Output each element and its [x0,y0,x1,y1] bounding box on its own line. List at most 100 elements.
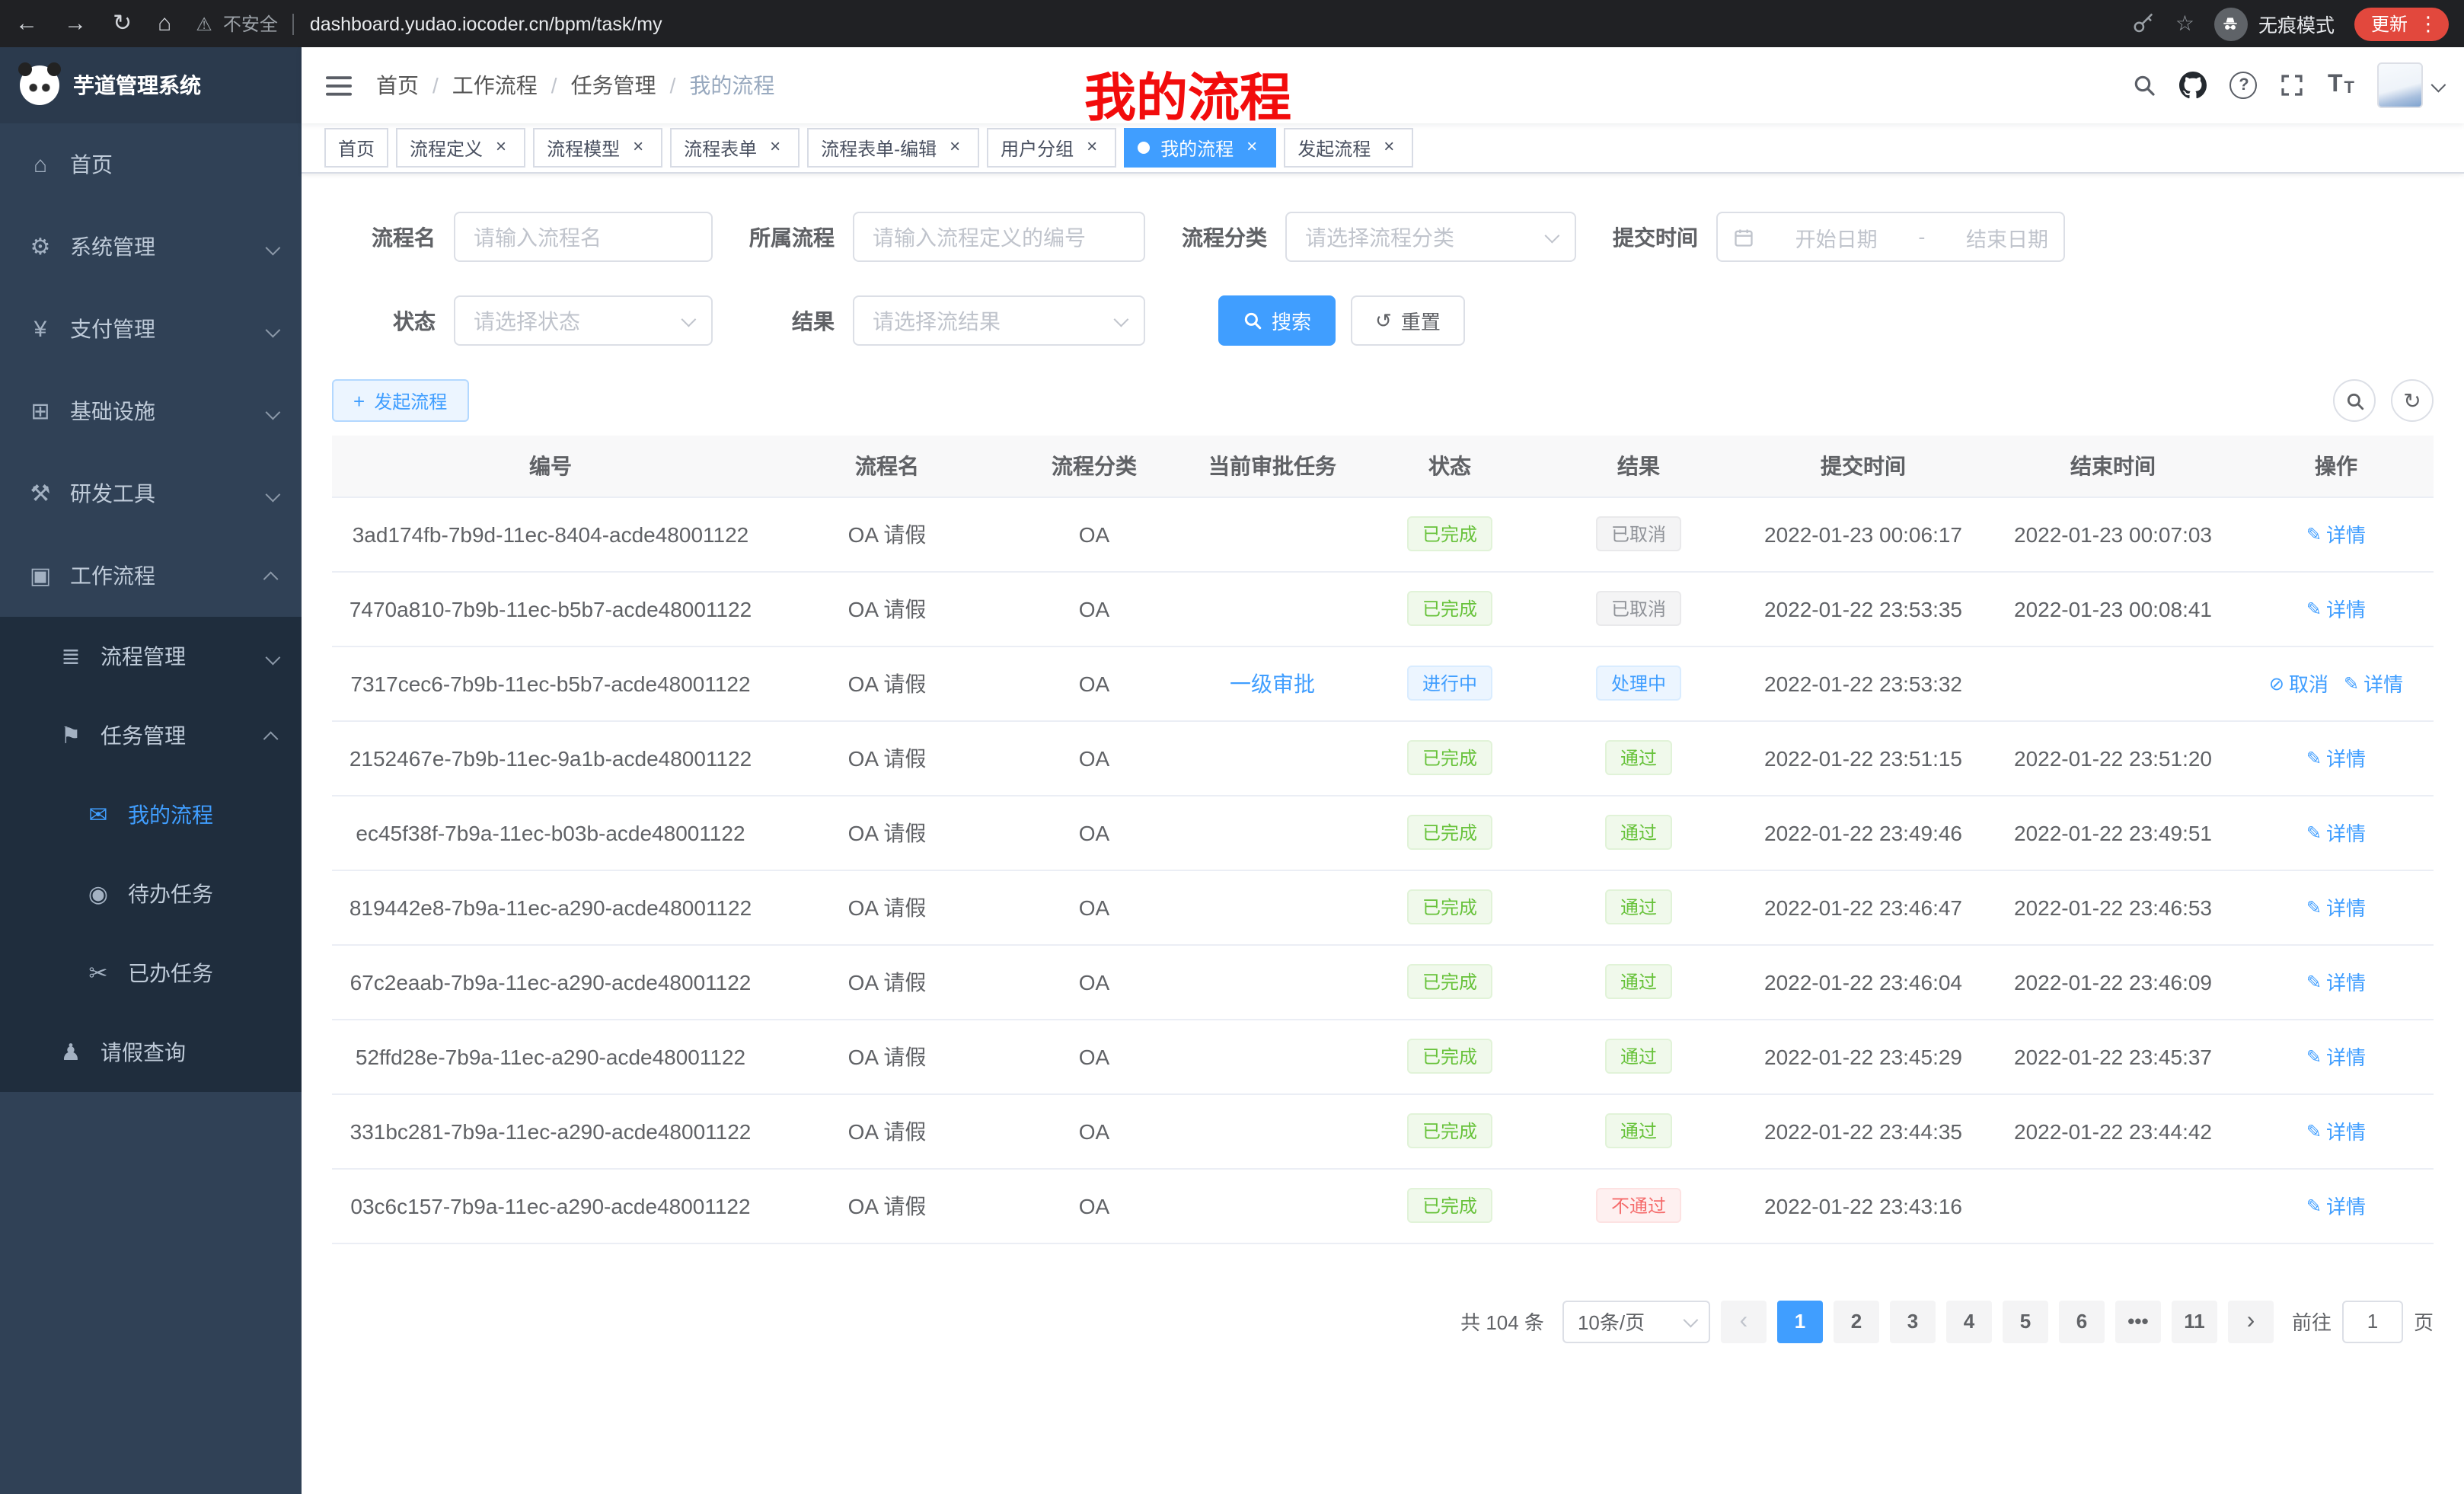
app-logo[interactable]: 芋道管理系统 [0,47,302,123]
detail-link[interactable]: ✎详情 [2306,892,2366,921]
cell-name: OA 请假 [769,944,1005,1019]
page-size-select[interactable]: 10条/页 [1562,1300,1710,1342]
user-menu[interactable] [2377,62,2443,108]
cell-submit-time: 2022-01-22 23:49:46 [1739,795,1987,870]
reload-icon[interactable]: ↻ [113,12,132,35]
cell-end-time: 2022-01-22 23:49:51 [1987,795,2239,870]
search-button[interactable]: 搜索 [1218,295,1336,346]
top-navbar: 首页 / 工作流程 / 任务管理 / 我的流程 ? [302,47,2464,123]
breadcrumb-task-mgmt[interactable]: 任务管理 [571,70,656,101]
detail-link[interactable]: ✎详情 [2344,669,2403,698]
close-icon[interactable]: × [1081,137,1103,158]
hamburger-icon[interactable] [302,74,376,97]
cell-task [1183,571,1361,646]
tab-process-form-edit[interactable]: 流程表单-编辑 × [807,128,979,168]
help-icon[interactable]: ? [2230,72,2258,99]
breadcrumb-home[interactable]: 首页 [376,70,419,101]
detail-link[interactable]: ✎详情 [2306,967,2366,996]
detail-link[interactable]: ✎详情 [2306,1116,2366,1145]
font-size-icon[interactable]: TT [2328,73,2354,97]
detail-link[interactable]: ✎详情 [2306,1191,2366,1220]
page-button-5[interactable]: 5 [2003,1300,2048,1342]
sidebar-item-todo-tasks[interactable]: ◉ 待办任务 [0,854,302,934]
edit-icon: ✎ [2306,523,2322,544]
detail-link[interactable]: ✎详情 [2306,594,2366,623]
close-icon[interactable]: × [764,137,786,158]
prev-page-button[interactable]: ‹ [1721,1300,1767,1342]
edit-icon: ✎ [2306,598,2322,619]
sidebar-item-home[interactable]: ⌂ 首页 [0,123,302,206]
sidebar-item-leave-query[interactable]: ♟ 请假查询 [0,1013,302,1092]
cancel-link[interactable]: ⊘取消 [2269,669,2328,698]
status-select[interactable]: 请选择状态 [454,295,713,346]
cell-task [1183,870,1361,944]
sidebar-item-process-mgmt[interactable]: ≣ 流程管理 [0,617,302,696]
sidebar-item-workflow[interactable]: ▣ 工作流程 [0,535,302,617]
sidebar-item-infrastructure[interactable]: ⊞ 基础设施 [0,370,302,452]
sidebar-item-payment-mgmt[interactable]: ¥ 支付管理 [0,288,302,370]
page-button-2[interactable]: 2 [1834,1300,1879,1342]
sidebar-item-done-tasks[interactable]: ✂ 已办任务 [0,934,302,1013]
forward-icon[interactable]: → [64,12,87,35]
detail-link[interactable]: ✎详情 [2306,1042,2366,1071]
detail-link[interactable]: ✎详情 [2306,519,2366,548]
page-button-11[interactable]: 11 [2172,1300,2217,1342]
detail-link[interactable]: ✎详情 [2306,818,2366,847]
col-status: 状态 [1361,436,1538,496]
tab-start-process[interactable]: 发起流程 × [1284,128,1413,168]
current-task-link[interactable]: 一级审批 [1230,671,1315,695]
page-button-3[interactable]: 3 [1890,1300,1936,1342]
col-current-task: 当前审批任务 [1183,436,1361,496]
next-page-button[interactable]: › [2228,1300,2274,1342]
show-search-button[interactable] [2333,379,2376,422]
close-icon[interactable]: × [944,137,965,158]
close-icon[interactable]: × [1241,137,1262,158]
search-icon[interactable] [2133,73,2157,97]
tab-my-process[interactable]: 我的流程 × [1124,128,1276,168]
table-row: 7470a810-7b9b-11ec-b5b7-acde48001122 OA … [332,571,2434,646]
create-process-button[interactable]: + 发起流程 [332,379,468,422]
cell-name: OA 请假 [769,1019,1005,1093]
menu-dots-icon[interactable]: ⋮ [2418,11,2438,36]
tab-home[interactable]: 首页 [324,128,388,168]
close-icon[interactable]: × [627,137,649,158]
page-button-1[interactable]: 1 [1777,1300,1823,1342]
chevron-up-icon [267,563,277,588]
submit-time-range-picker[interactable]: 开始日期 - 结束日期 [1716,212,2065,262]
process-name-input[interactable] [454,212,713,262]
process-definition-input[interactable] [853,212,1145,262]
close-icon[interactable]: × [1378,137,1400,158]
page-button-6[interactable]: 6 [2059,1300,2105,1342]
back-icon[interactable]: ← [15,12,38,35]
address-bar[interactable]: ⚠ 不安全 dashboard.yudao.iocoder.cn/bpm/tas… [196,11,2133,37]
fullscreen-icon[interactable] [2280,73,2305,97]
breadcrumb-workflow[interactable]: 工作流程 [452,70,538,101]
sidebar-item-my-process[interactable]: ✉ 我的流程 [0,775,302,854]
browser-home-icon[interactable]: ⌂ [158,12,171,35]
result-select[interactable]: 请选择流结果 [853,295,1145,346]
page-button-4[interactable]: 4 [1946,1300,1992,1342]
key-icon[interactable] [2133,12,2156,35]
refresh-button[interactable]: ↻ [2391,379,2434,422]
reset-button[interactable]: ↺ 重置 [1351,295,1465,346]
sidebar-item-dev-tools[interactable]: ⚒ 研发工具 [0,452,302,535]
url-text[interactable]: dashboard.yudao.iocoder.cn/bpm/task/my [310,13,662,34]
browser-update-button[interactable]: 更新 ⋮ [2354,7,2449,40]
tab-process-form[interactable]: 流程表单 × [670,128,800,168]
sidebar-item-task-mgmt[interactable]: ⚑ 任务管理 [0,696,302,775]
avatar[interactable] [2377,62,2423,108]
sidebar-item-system-mgmt[interactable]: ⚙ 系统管理 [0,206,302,288]
more-pages-button[interactable]: ••• [2115,1300,2161,1342]
tab-user-group[interactable]: 用户分组 × [987,128,1116,168]
cell-end-time [1987,1168,2239,1243]
close-icon[interactable]: × [490,137,512,158]
category-select[interactable]: 请选择流程分类 [1285,212,1576,262]
result-badge: 通过 [1605,815,1672,850]
tab-label: 流程表单 [684,135,757,161]
detail-link[interactable]: ✎详情 [2306,743,2366,772]
tab-process-definition[interactable]: 流程定义 × [396,128,525,168]
page-jump-input[interactable] [2342,1300,2403,1342]
github-icon[interactable] [2180,72,2207,99]
tab-process-model[interactable]: 流程模型 × [533,128,662,168]
bookmark-star-icon[interactable]: ☆ [2175,11,2194,37]
